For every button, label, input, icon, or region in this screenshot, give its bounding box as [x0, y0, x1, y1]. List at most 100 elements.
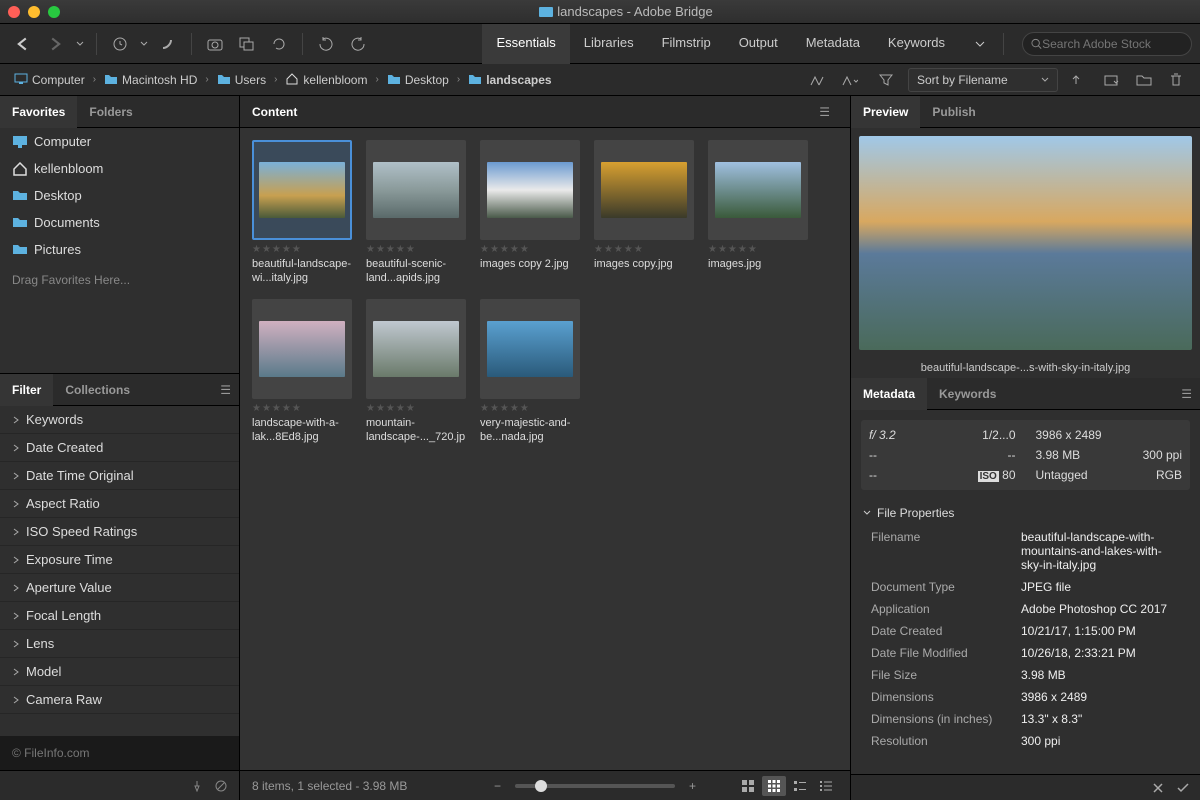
- apply-button[interactable]: [1176, 782, 1190, 794]
- rating-stars[interactable]: ★★★★★: [366, 244, 466, 255]
- workspace-tab-output[interactable]: Output: [725, 24, 792, 64]
- tab-favorites[interactable]: Favorites: [0, 96, 77, 128]
- search-input[interactable]: [1042, 37, 1183, 51]
- tab-folders[interactable]: Folders: [77, 96, 144, 128]
- file-properties-toggle[interactable]: File Properties: [861, 500, 1190, 526]
- ratings-filter-icon[interactable]: [804, 68, 832, 92]
- property-value: 3.98 MB: [1021, 668, 1180, 682]
- thumbnail[interactable]: ★★★★★ beautiful-scenic-land...apids.jpg: [366, 140, 466, 285]
- thumbnail[interactable]: ★★★★★very-majestic-and-be...nada.jpg: [480, 299, 580, 444]
- trash-button[interactable]: [1162, 68, 1190, 92]
- preview-image[interactable]: [859, 136, 1192, 350]
- rating-stars[interactable]: ★★★★★: [480, 403, 580, 414]
- boomerang-button[interactable]: [153, 30, 183, 58]
- filter-focal-length[interactable]: Focal Length: [0, 602, 239, 630]
- content-panel-menu-icon[interactable]: ☰: [811, 105, 838, 119]
- workspace-tab-metadata[interactable]: Metadata: [792, 24, 874, 64]
- zoom-in-button[interactable]: +: [689, 779, 696, 793]
- rating-stars[interactable]: ★★★★★: [480, 244, 580, 255]
- filter-camera-raw[interactable]: Camera Raw: [0, 686, 239, 714]
- cancel-button[interactable]: [1152, 782, 1164, 794]
- thumbnail[interactable]: ★★★★★images copy 2.jpg: [480, 140, 580, 285]
- thumbnail-grid[interactable]: ★★★★★beautiful-landscape-wi...italy.jpg★…: [240, 128, 850, 770]
- window-minimize-button[interactable]: [28, 6, 40, 18]
- breadcrumb-landscapes[interactable]: landscapes: [464, 71, 555, 89]
- sort-dropdown[interactable]: Sort by Filename: [908, 68, 1058, 92]
- breadcrumb-desktop[interactable]: Desktop: [383, 71, 453, 89]
- batch-button[interactable]: [232, 30, 262, 58]
- ratings-filter-dropdown-icon[interactable]: [836, 68, 864, 92]
- favorite-kellenbloom[interactable]: kellenbloom: [0, 155, 239, 182]
- workspace-tab-keywords[interactable]: Keywords: [874, 24, 959, 64]
- favorite-computer[interactable]: Computer: [0, 128, 239, 155]
- search-box[interactable]: [1022, 32, 1192, 56]
- thumbnail[interactable]: ★★★★★beautiful-landscape-wi...italy.jpg: [252, 140, 352, 285]
- nav-chevron-down-icon[interactable]: [72, 30, 88, 58]
- thumbnail[interactable]: ★★★★★ images copy.jpg: [594, 140, 694, 285]
- breadcrumb-computer[interactable]: Computer: [10, 71, 89, 89]
- filter-aspect-ratio[interactable]: Aspect Ratio: [0, 490, 239, 518]
- open-recent-icon[interactable]: [1098, 68, 1126, 92]
- sort-direction-button[interactable]: [1062, 68, 1090, 92]
- window-maximize-button[interactable]: [48, 6, 60, 18]
- workspace-tab-libraries[interactable]: Libraries: [570, 24, 648, 64]
- filter-keywords[interactable]: Keywords: [0, 406, 239, 434]
- recent-dropdown-icon[interactable]: [137, 30, 151, 58]
- tab-keywords[interactable]: Keywords: [927, 378, 1008, 410]
- thumbnail-size-slider[interactable]: [515, 784, 675, 788]
- view-grid-small-button[interactable]: [762, 776, 786, 796]
- property-row: Dimensions (in inches)13.3" x 8.3": [861, 708, 1190, 730]
- breadcrumb-macintosh-hd[interactable]: Macintosh HD: [100, 71, 201, 89]
- thumbnail[interactable]: ★★★★★landscape-with-a-lak...8Ed8.jpg: [252, 299, 352, 444]
- breadcrumb-kellenbloom[interactable]: kellenbloom: [281, 71, 371, 89]
- cancel-icon[interactable]: [215, 780, 227, 792]
- workspace-tab-essentials[interactable]: Essentials: [482, 24, 569, 64]
- metadata-panel-menu-icon[interactable]: ☰: [1173, 387, 1200, 401]
- tab-filter[interactable]: Filter: [0, 374, 53, 406]
- rating-stars[interactable]: ★★★★★: [252, 244, 352, 255]
- filter-iso-speed-ratings[interactable]: ISO Speed Ratings: [0, 518, 239, 546]
- tab-metadata[interactable]: Metadata: [851, 378, 927, 410]
- pin-icon[interactable]: [191, 780, 203, 792]
- view-details-button[interactable]: [788, 776, 812, 796]
- folder-icon: [217, 73, 231, 87]
- workspace-more-button[interactable]: [965, 30, 995, 58]
- new-folder-button[interactable]: [1130, 68, 1158, 92]
- rating-stars[interactable]: ★★★★★: [366, 403, 466, 414]
- capture-button[interactable]: [200, 30, 230, 58]
- filter-date-time-original[interactable]: Date Time Original: [0, 462, 239, 490]
- window-close-button[interactable]: [8, 6, 20, 18]
- favorite-pictures[interactable]: Pictures: [0, 236, 239, 263]
- thumbnail-filename: images copy.jpg: [594, 257, 694, 271]
- breadcrumb-users[interactable]: Users: [213, 71, 270, 89]
- recent-button[interactable]: [105, 30, 135, 58]
- filter-funnel-icon[interactable]: [872, 68, 900, 92]
- filter-lens[interactable]: Lens: [0, 630, 239, 658]
- rotate-ccw-button[interactable]: [311, 30, 341, 58]
- rotate-cw-button[interactable]: [343, 30, 373, 58]
- filter-exposure-time[interactable]: Exposure Time: [0, 546, 239, 574]
- thumbnail-filename: beautiful-scenic-land...apids.jpg: [366, 257, 466, 285]
- favorite-documents[interactable]: Documents: [0, 209, 239, 236]
- tab-publish[interactable]: Publish: [920, 96, 987, 128]
- rating-stars[interactable]: ★★★★★: [252, 403, 352, 414]
- workspace-tab-filmstrip[interactable]: Filmstrip: [648, 24, 725, 64]
- thumbnail[interactable]: ★★★★★mountain-landscape-..._720.jpg: [366, 299, 466, 444]
- thumbnail[interactable]: ★★★★★images.jpg: [708, 140, 808, 285]
- filter-date-created[interactable]: Date Created: [0, 434, 239, 462]
- filter-model[interactable]: Model: [0, 658, 239, 686]
- left-footer: [0, 770, 239, 800]
- filter-aperture-value[interactable]: Aperture Value: [0, 574, 239, 602]
- filter-panel-menu-icon[interactable]: ☰: [212, 383, 239, 397]
- favorite-desktop[interactable]: Desktop: [0, 182, 239, 209]
- tab-preview[interactable]: Preview: [851, 96, 920, 128]
- rating-stars[interactable]: ★★★★★: [708, 244, 808, 255]
- view-grid-large-button[interactable]: [736, 776, 760, 796]
- back-button[interactable]: [8, 30, 38, 58]
- view-list-button[interactable]: [814, 776, 838, 796]
- refresh-button[interactable]: [264, 30, 294, 58]
- rating-stars[interactable]: ★★★★★: [594, 244, 694, 255]
- forward-button[interactable]: [40, 30, 70, 58]
- tab-collections[interactable]: Collections: [53, 374, 142, 406]
- zoom-out-button[interactable]: −: [494, 779, 501, 793]
